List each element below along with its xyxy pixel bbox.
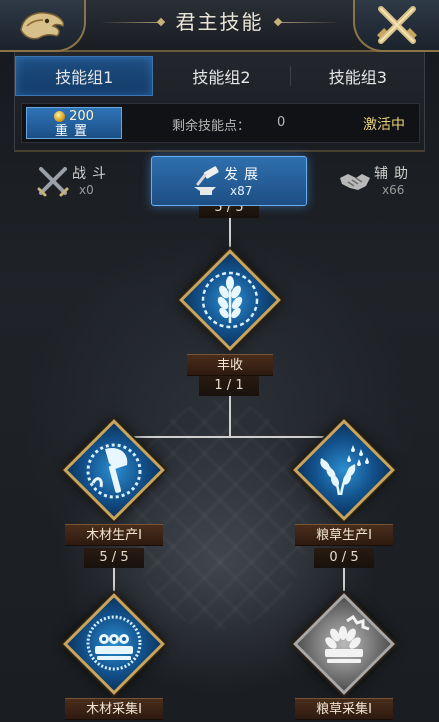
tab-combat-label: 战斗 — [72, 166, 112, 182]
reset-label: 重置 — [54, 124, 93, 139]
reset-cost-value: 200 — [69, 109, 94, 124]
tab-combat-count: x0 — [79, 183, 94, 197]
skill-grain-production[interactable]: 粮草生产Ⅰ 0 / 5 — [289, 419, 399, 568]
header: 君主技能 — [0, 0, 439, 52]
tab-skill-group-2[interactable]: 技能组2 — [153, 56, 289, 96]
rain-wheat-icon — [320, 445, 369, 496]
skill-harvest[interactable]: 丰收 1 / 1 — [175, 249, 285, 396]
tab-support-count: x66 — [382, 183, 405, 197]
crossed-swords-icon — [37, 167, 69, 197]
category-tabs: 战斗 x0 发展 x87 辅助 x66 — [0, 156, 439, 206]
remaining-points-label: 剩余技能点： — [172, 119, 251, 134]
skill-wood-production[interactable]: 木材生产Ⅰ 5 / 5 — [59, 419, 169, 568]
skill-grain-gathering[interactable]: 粮草采集Ⅰ — [289, 593, 399, 722]
tab-development[interactable]: 发展 x87 — [151, 156, 307, 206]
skill-wood-gathering-name: 木材采集Ⅰ — [65, 698, 163, 720]
skill-wood-production-level: 5 / 5 — [84, 548, 144, 568]
handshake-icon — [340, 174, 370, 190]
tab-skill-group-3[interactable]: 技能组3 — [289, 56, 426, 96]
tab-support-label: 辅助 — [374, 166, 414, 182]
reset-button[interactable]: 200 重置 — [26, 107, 122, 139]
skill-wood-gathering[interactable]: 木材采集Ⅰ — [59, 593, 169, 722]
log-cart-icon — [86, 615, 142, 671]
reset-cost: 200 — [27, 109, 121, 124]
status-badge: 激活中 — [363, 117, 405, 133]
crossed-swords-icon — [377, 6, 417, 44]
skill-grain-production-name: 粮草生产Ⅰ — [295, 524, 393, 546]
close-button[interactable] — [353, 0, 439, 52]
skill-level-top: 5 / 5 — [199, 206, 259, 218]
remaining-points-value: 0 — [277, 115, 286, 130]
tab-development-label: 发展 — [224, 167, 264, 183]
tab-development-count: x87 — [230, 184, 253, 198]
reset-row: 200 重置 剩余技能点： 0 激活中 — [21, 103, 420, 143]
hammer-anvil-icon — [194, 166, 219, 195]
skill-group-panel: 技能组1 技能组2 技能组3 200 重置 剩余技能点： 0 激活中 — [14, 52, 425, 152]
tab-support[interactable]: 辅助 x66 — [310, 156, 439, 206]
wheat-icon — [201, 271, 259, 329]
grain-cart-icon — [325, 614, 370, 663]
skill-grain-production-level: 0 / 5 — [314, 548, 374, 568]
coin-icon — [54, 111, 66, 122]
skill-group-tabs: 技能组1 技能组2 技能组3 — [15, 56, 426, 96]
axe-icon — [86, 443, 142, 499]
skill-tree: 5 / 5 丰收 1 / 1 木材生产Ⅰ 5 / 5 粮草生产Ⅰ 0 / 5 木… — [0, 206, 439, 722]
connector-harvest-down — [229, 392, 231, 436]
skill-grain-gathering-name: 粮草采集Ⅰ — [295, 698, 393, 720]
skill-harvest-level: 1 / 1 — [199, 376, 259, 396]
tab-skill-group-1[interactable]: 技能组1 — [15, 56, 154, 96]
skill-wood-production-name: 木材生产Ⅰ — [65, 524, 163, 546]
tab-combat[interactable]: 战斗 x0 — [0, 156, 150, 206]
title-ornament-right — [279, 22, 339, 23]
skill-harvest-name: 丰收 — [187, 354, 273, 376]
